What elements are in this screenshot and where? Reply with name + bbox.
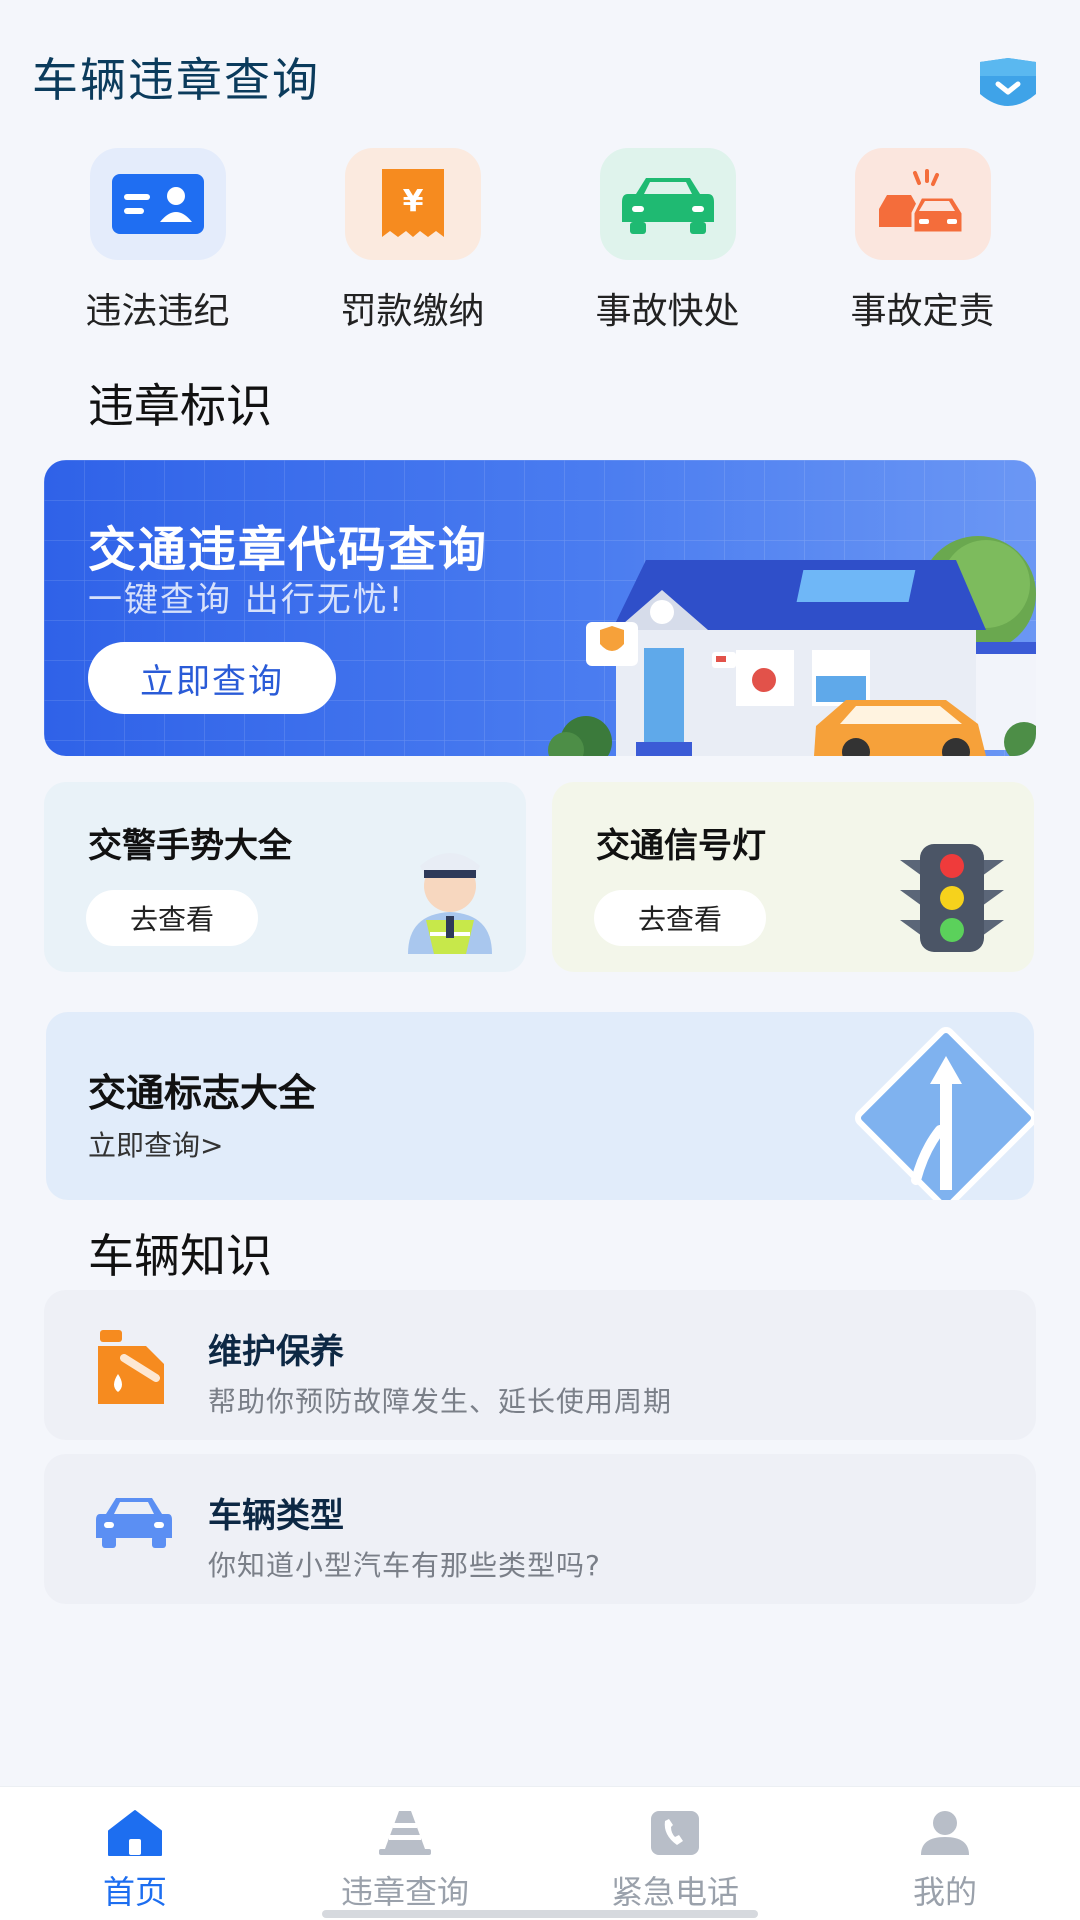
- traffic-lights-title: 交通信号灯: [596, 826, 766, 866]
- header: 车辆违章查询: [0, 0, 1080, 140]
- knowledge-item-desc: 你知道小型汽车有那些类型吗?: [208, 1549, 601, 1582]
- shield-dropdown-icon[interactable]: [976, 56, 1040, 116]
- quick-action-violations[interactable]: 违法违纪: [58, 148, 258, 338]
- home-indicator[interactable]: [322, 1910, 758, 1918]
- svg-text:¥: ¥: [402, 184, 423, 219]
- tab-label: 我的: [912, 1873, 977, 1911]
- section-title-vehicle-knowledge: 车辆知识: [88, 1229, 272, 1283]
- quick-action-label: 罚款缴纳: [340, 291, 485, 332]
- police-gestures-card[interactable]: 交警手势大全 去查看: [44, 782, 526, 972]
- traffic-signs-query-link[interactable]: 立即查询>: [88, 1124, 223, 1164]
- knowledge-item-title: 车辆类型: [208, 1496, 344, 1536]
- home-icon: [108, 1810, 162, 1856]
- user-icon: [921, 1811, 969, 1855]
- traffic-police-icon: [402, 834, 498, 958]
- banner-title: 交通违章代码查询: [88, 522, 489, 578]
- id-card-icon: [89, 148, 226, 260]
- quick-action-label: 事故快处: [595, 291, 740, 332]
- banner-subtitle: 一键查询 出行无忧!: [88, 580, 405, 620]
- quick-action-accident-liability[interactable]: 事故定责: [823, 148, 1023, 338]
- tab-label: 违章查询: [340, 1873, 469, 1911]
- quick-action-quick-accident[interactable]: 事故快处: [568, 148, 768, 338]
- police-gestures-title: 交警手势大全: [88, 826, 292, 866]
- knowledge-item-desc: 帮助你预防故障发生、延长使用周期: [208, 1385, 673, 1418]
- tab-violation-query[interactable]: 违章查询: [270, 1787, 540, 1920]
- tab-label: 紧急电话: [610, 1873, 739, 1911]
- tab-emergency-phone[interactable]: 紧急电话: [540, 1787, 810, 1920]
- traffic-signs-title: 交通标志大全: [88, 1071, 317, 1115]
- merge-road-sign-icon: [834, 1020, 1034, 1200]
- police-station-illustration: [516, 520, 1036, 756]
- tab-label: 首页: [102, 1873, 167, 1911]
- knowledge-item-title: 维护保养: [208, 1332, 344, 1372]
- quick-action-label: 事故定责: [850, 291, 995, 332]
- car-icon: [94, 1492, 172, 1566]
- quick-action-label: 违法违纪: [85, 291, 230, 332]
- car-crash-icon: [854, 148, 991, 260]
- knowledge-item-vehicle-types[interactable]: 车辆类型 你知道小型汽车有那些类型吗?: [44, 1454, 1036, 1604]
- traffic-lights-card[interactable]: 交通信号灯 去查看: [552, 782, 1034, 972]
- traffic-light-icon: [898, 842, 1006, 958]
- oil-can-icon: [94, 1328, 168, 1404]
- tab-mine[interactable]: 我的: [810, 1787, 1080, 1920]
- traffic-signs-card[interactable]: 交通标志大全 立即查询>: [46, 1012, 1034, 1200]
- section-title-violation-signs: 违章标识: [88, 379, 272, 433]
- quick-action-fines[interactable]: ¥ 罚款缴纳: [313, 148, 513, 338]
- car-icon: [599, 148, 736, 260]
- tab-home[interactable]: 首页: [0, 1787, 270, 1920]
- receipt-yuan-icon: ¥: [344, 148, 481, 260]
- bottom-tab-bar: 首页 违章查询 紧急电话 我的: [0, 1786, 1080, 1920]
- traffic-cone-icon: [379, 1811, 431, 1855]
- knowledge-item-maintenance[interactable]: 维护保养 帮助你预防故障发生、延长使用周期: [44, 1290, 1036, 1440]
- quick-actions: 违法违纪 ¥ 罚款缴纳 事故快处 事故定责: [0, 148, 1080, 338]
- phone-icon: [651, 1811, 699, 1855]
- page-title: 车辆违章查询: [32, 53, 320, 107]
- police-gestures-view-button[interactable]: 去查看: [86, 890, 258, 946]
- traffic-lights-view-button[interactable]: 去查看: [594, 890, 766, 946]
- query-now-button[interactable]: 立即查询: [88, 642, 336, 714]
- violation-code-banner[interactable]: 交通违章代码查询 一键查询 出行无忧! 立即查询: [44, 460, 1036, 756]
